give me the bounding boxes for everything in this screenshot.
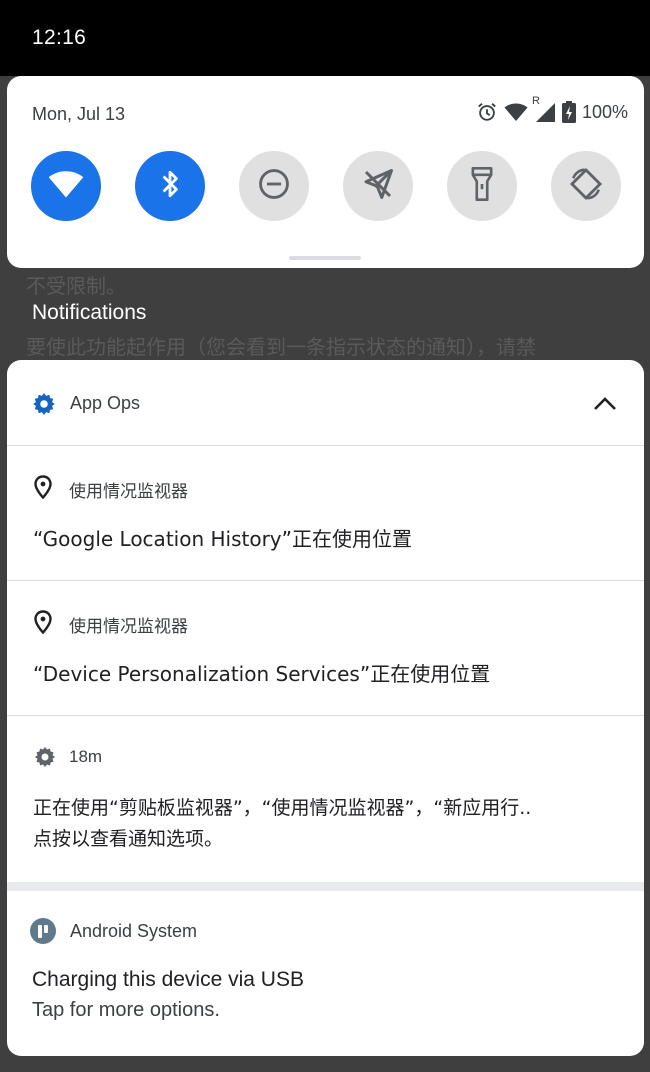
location-pin-icon [33, 475, 53, 504]
app-name: App Ops [70, 393, 141, 413]
quick-settings-panel: Mon, Jul 13 R 100% [7, 76, 644, 268]
status-time: 12:16 [32, 26, 87, 49]
notification-time: 18m [69, 747, 103, 766]
background-partial-text: 不受限制。 [26, 274, 126, 298]
qs-status-icons: R 100% [476, 95, 628, 123]
notification-source: 使用情况监视器 [69, 617, 188, 637]
bluetooth-tile[interactable] [135, 151, 205, 221]
network-tag: R [531, 95, 540, 107]
notification-body: Tap for more options. [32, 999, 220, 1021]
notification-source: 使用情况监视器 [69, 482, 188, 502]
group-header[interactable]: App Ops [7, 360, 644, 446]
status-bar: 12:16 [0, 0, 650, 76]
dnd-icon [257, 167, 291, 206]
rotate-icon [569, 167, 603, 206]
battery-charging-icon [561, 101, 576, 123]
wifi-status-icon [504, 102, 528, 122]
gear-icon [31, 391, 57, 422]
flashlight-icon [471, 166, 493, 206]
app-ops-notification-group[interactable]: App Ops 使用情况监视器 “Google Location History… [7, 360, 644, 882]
airplane-off-icon [360, 166, 396, 207]
notification-message: “Device Personalization Services”正在使用位置 [33, 662, 491, 686]
flashlight-tile[interactable] [447, 151, 517, 221]
background-partial-text-2: 要使此功能起作用（您会看到一条指示状态的通知），请禁 [26, 335, 536, 359]
rotate-tile[interactable] [551, 151, 621, 221]
notifications-heading: Notifications [32, 301, 147, 324]
notification-item[interactable]: 使用情况监视器 “Google Location History”正在使用位置 [7, 446, 644, 581]
qs-drag-handle[interactable] [289, 256, 361, 260]
wifi-tile[interactable] [31, 151, 101, 221]
chevron-up-icon[interactable] [592, 394, 618, 417]
app-name: Android System [70, 921, 198, 941]
notification-summary[interactable]: 18m 正在使用“剪贴板监视器”，“使用情况监视器”，“新应用行.. 点按以查看… [7, 716, 644, 881]
battery-percent: 100% [581, 101, 628, 122]
qs-date[interactable]: Mon, Jul 13 [32, 104, 125, 125]
notification-message: “Google Location History”正在使用位置 [33, 527, 412, 551]
summary-text-line-2: 点按以查看通知选项。 [33, 828, 224, 850]
summary-text-line-1: 正在使用“剪贴板监视器”，“使用情况监视器”，“新应用行.. [33, 797, 532, 819]
alarm-icon [476, 101, 498, 123]
android-system-icon [30, 918, 56, 949]
notification-item[interactable]: 使用情况监视器 “Device Personalization Services… [7, 581, 644, 716]
notification-divider [7, 882, 644, 891]
qs-tiles [31, 151, 621, 221]
bluetooth-icon [157, 168, 183, 205]
location-pin-icon [33, 610, 53, 639]
cell-signal-icon: R [532, 95, 556, 123]
dnd-tile[interactable] [239, 151, 309, 221]
android-system-notification[interactable]: Android System Charging this device via … [7, 891, 644, 1056]
gear-icon [33, 745, 57, 774]
wifi-icon [48, 169, 84, 204]
notification-title: Charging this device via USB [32, 968, 304, 991]
airplane-tile[interactable] [343, 151, 413, 221]
